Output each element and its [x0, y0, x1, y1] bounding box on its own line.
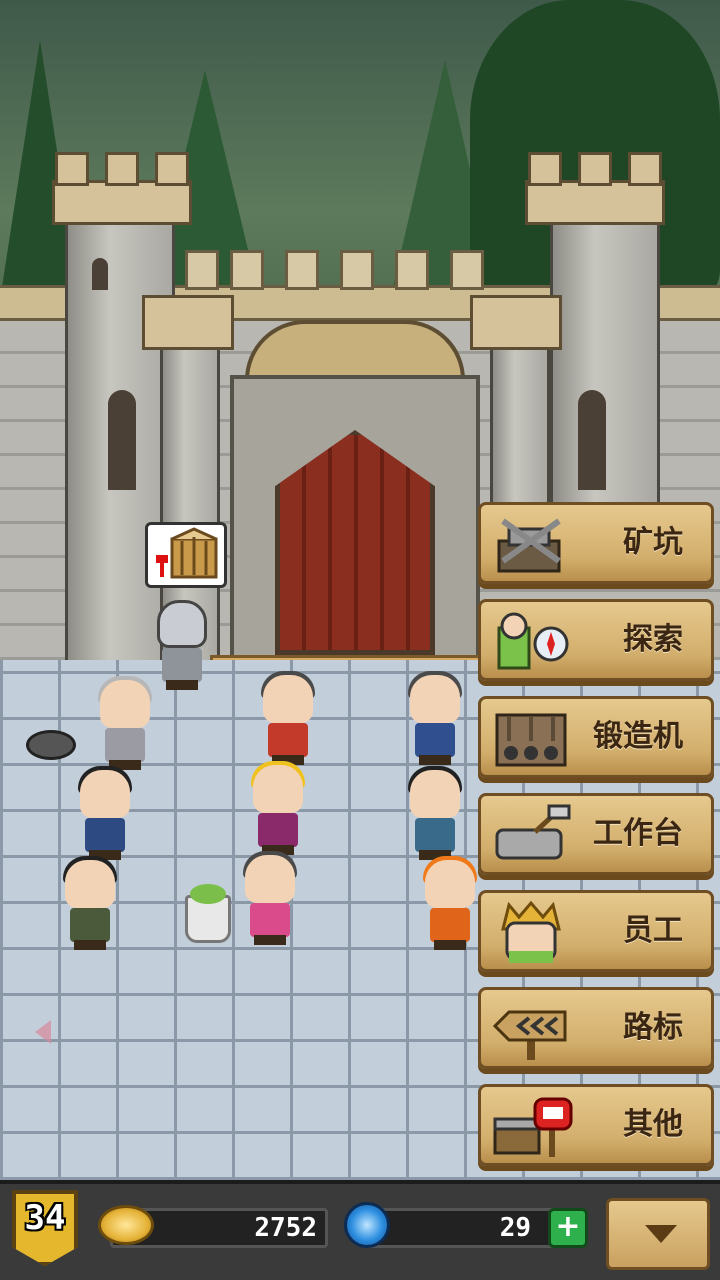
arrow-slit	[108, 390, 136, 490]
explore-compass-icon	[497, 612, 569, 670]
adventurer-character[interactable]	[75, 766, 135, 860]
knight-character[interactable]	[152, 600, 212, 690]
battlement	[230, 250, 264, 290]
menu-button-mine[interactable]: 矿坑	[478, 502, 714, 584]
speech-bubble[interactable]	[145, 522, 227, 588]
right-tower-cap	[525, 180, 665, 225]
engineer-character[interactable]	[420, 856, 480, 950]
plant-icon	[190, 884, 226, 904]
staff-icon	[501, 900, 561, 963]
gem-icon	[344, 1202, 390, 1248]
forge-machine-icon	[495, 713, 567, 767]
inner-tower-right-cap	[470, 295, 562, 350]
menu-button-signpost[interactable]: 路标	[478, 987, 714, 1069]
arrow-slit	[578, 390, 606, 490]
miner-character[interactable]	[248, 761, 308, 855]
level-number: 34	[24, 1198, 66, 1238]
menu-label: 探索	[623, 622, 683, 657]
merlon	[578, 152, 612, 186]
menu-label: 员工	[623, 913, 683, 948]
inner-tower-right	[490, 340, 550, 510]
worker-character[interactable]	[95, 676, 155, 770]
battlement	[450, 250, 484, 290]
add-gems-button[interactable]: +	[548, 1208, 588, 1248]
merlon	[528, 152, 562, 186]
farmer-character[interactable]	[240, 851, 300, 945]
battlement	[285, 250, 319, 290]
workbench-icon	[495, 804, 571, 860]
gate-icon	[156, 527, 218, 579]
mine-icon	[497, 518, 561, 573]
menu-label: 矿坑	[623, 525, 683, 560]
collapse-menu-button[interactable]	[606, 1198, 710, 1270]
gate-arch	[245, 320, 465, 380]
menu-label: 其他	[623, 1107, 683, 1142]
back-arrow-icon[interactable]	[35, 1020, 51, 1044]
mailbox-chest-icon	[493, 1097, 573, 1157]
menu-button-workbench[interactable]: 工作台	[478, 793, 714, 875]
shield-character[interactable]	[60, 856, 120, 950]
battlement	[185, 250, 219, 290]
merlon	[55, 152, 89, 186]
coin-icon	[98, 1205, 154, 1245]
menu-label: 锻造机	[593, 719, 683, 754]
inner-tower-left-cap	[142, 295, 234, 350]
battlement	[340, 250, 374, 290]
merlon	[155, 152, 189, 186]
merlon	[628, 152, 662, 186]
signpost-icon	[492, 1010, 567, 1060]
arrow-slit	[92, 258, 108, 290]
menu-button-explore[interactable]: 探索	[478, 599, 714, 681]
gem-value: 29	[499, 1213, 531, 1243]
swordsman-character[interactable]	[405, 766, 465, 860]
merlon	[105, 152, 139, 186]
anvil-bowl[interactable]	[26, 730, 76, 760]
battlement	[395, 250, 429, 290]
menu-button-staff[interactable]: 员工	[478, 890, 714, 972]
hero-character[interactable]	[258, 671, 318, 765]
left-tower-cap	[52, 180, 192, 225]
menu-label: 工作台	[593, 816, 683, 851]
menu-label: 路标	[623, 1010, 683, 1045]
coin-value: 2752	[254, 1213, 317, 1243]
menu-button-other[interactable]: 其他	[478, 1084, 714, 1166]
guard-character[interactable]	[405, 671, 465, 765]
triangle-down-icon	[645, 1225, 677, 1243]
menu-button-forge[interactable]: 锻造机	[478, 696, 714, 778]
plant-pot[interactable]	[185, 884, 231, 943]
